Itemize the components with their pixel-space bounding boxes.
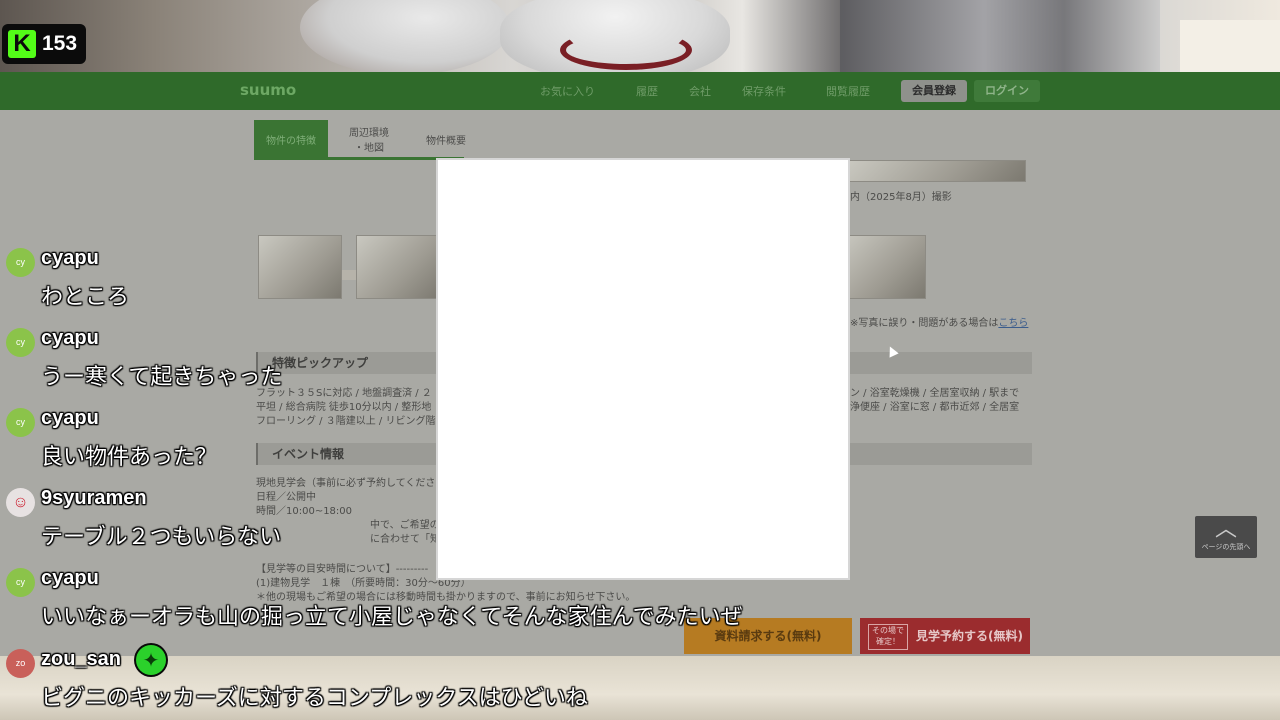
login-button[interactable]: ログイン [974,80,1040,102]
event-line: 【見学等の目安時間について】--------- [256,564,429,575]
main-photo-right [848,160,1026,182]
page-top-button[interactable]: ︿ ページの先頭へ [1195,516,1257,558]
webcam-feed [0,0,1280,72]
nav-saved-conditions[interactable]: 保存条件 [742,83,786,99]
thumbnail[interactable] [258,235,342,299]
page-top-label: ページの先頭へ [1201,543,1251,551]
features-line: 平坦 / 総合病院 徒歩10分以内 / 整形地 [256,402,432,413]
visit-reservation-button[interactable]: その場で 確定！ 見学予約する(無料) [860,618,1030,654]
site-logo[interactable]: suumo [240,81,296,99]
visit-reservation-label: 見学予約する(無料) [916,629,1023,643]
avatar: cy [6,328,35,357]
blank-modal[interactable] [438,160,848,578]
tab-overview[interactable]: 物件概要 [410,120,482,158]
viewer-count: 153 [42,32,78,55]
webcam-arm [840,0,1160,72]
chat-username: cyapu [41,247,99,269]
features-line: ン / 浴室乾燥機 / 全居室収納 / 駅まで [850,388,1020,399]
instant-confirm-tag: その場で 確定！ [868,624,908,650]
webcam-scarf [560,30,692,70]
webcam-fur-left [300,0,510,72]
nav-company[interactable]: 会社 [689,83,711,99]
chat-text: 良い物件あった？ [41,445,218,470]
thumbnail[interactable] [356,235,440,299]
chat-username: cyapu [41,407,99,429]
register-button[interactable]: 会員登録 [901,80,967,102]
avatar: zo [6,649,35,678]
chat-text: ビグニのキッカーズに対するコンプレックスはひどいね [41,686,588,711]
chat-username: zou_san [41,648,122,670]
nav-favorites[interactable]: お気に入り [540,83,595,99]
tab-underline [254,157,464,160]
kick-logo-icon: K [8,30,36,58]
event-line: 時間／10:00~18:00 [256,506,353,517]
chevron-up-icon: ︿ [1214,517,1237,542]
features-line: フローリング / ３階建以上 / リビング階 [256,416,436,427]
features-line: 浄便座 / 浴室に窓 / 都市近郊 / 全居室 [850,402,1020,413]
event-line: 現地見学会（事前に必ず予約してくださ [256,478,436,489]
event-line: 日程／公開中 [256,492,316,503]
verified-sparkle-icon: ✦ [136,645,166,675]
photo-caption: 内（2025年8月）撮影 [850,192,952,203]
chat-username: cyapu [41,567,99,589]
tab-surroundings[interactable]: 周辺環境 ・地図 [336,120,402,158]
chat-text: いいなぁーオラも山の掘っ立て小屋じゃなくてそんな家住んでみたいぜ [41,605,743,630]
chat-text: うー寒くて起きちゃった [41,365,283,390]
avatar: ☺ [6,488,35,517]
nav-history[interactable]: 履歴 [636,83,658,99]
avatar: cy [6,568,35,597]
chat-text: テーブル２つもいらない [41,525,282,550]
features-line: フラット３５Sに対応 / 地盤調査済 / ２ [256,388,432,399]
chat-username: 9syuramen [41,487,147,509]
viewer-count-badge: K 153 [2,24,86,64]
thumbnail[interactable] [842,235,926,299]
chat-username: cyapu [41,327,99,349]
site-header: suumo お気に入り 履歴 会社 保存条件 閲覧履歴 会員登録 ログイン [0,72,1280,110]
photo-report-link[interactable]: こちら [998,318,1028,329]
chat-text: わところ [41,285,130,310]
webcam-paper [1180,20,1280,72]
avatar: cy [6,248,35,277]
avatar: cy [6,408,35,437]
photo-report-text: ※写真に誤り・問題がある場合はこちら [850,318,1029,329]
nav-browsing-history[interactable]: 閲覧履歴 [826,83,870,99]
tab-features[interactable]: 物件の特徴 [254,120,328,158]
